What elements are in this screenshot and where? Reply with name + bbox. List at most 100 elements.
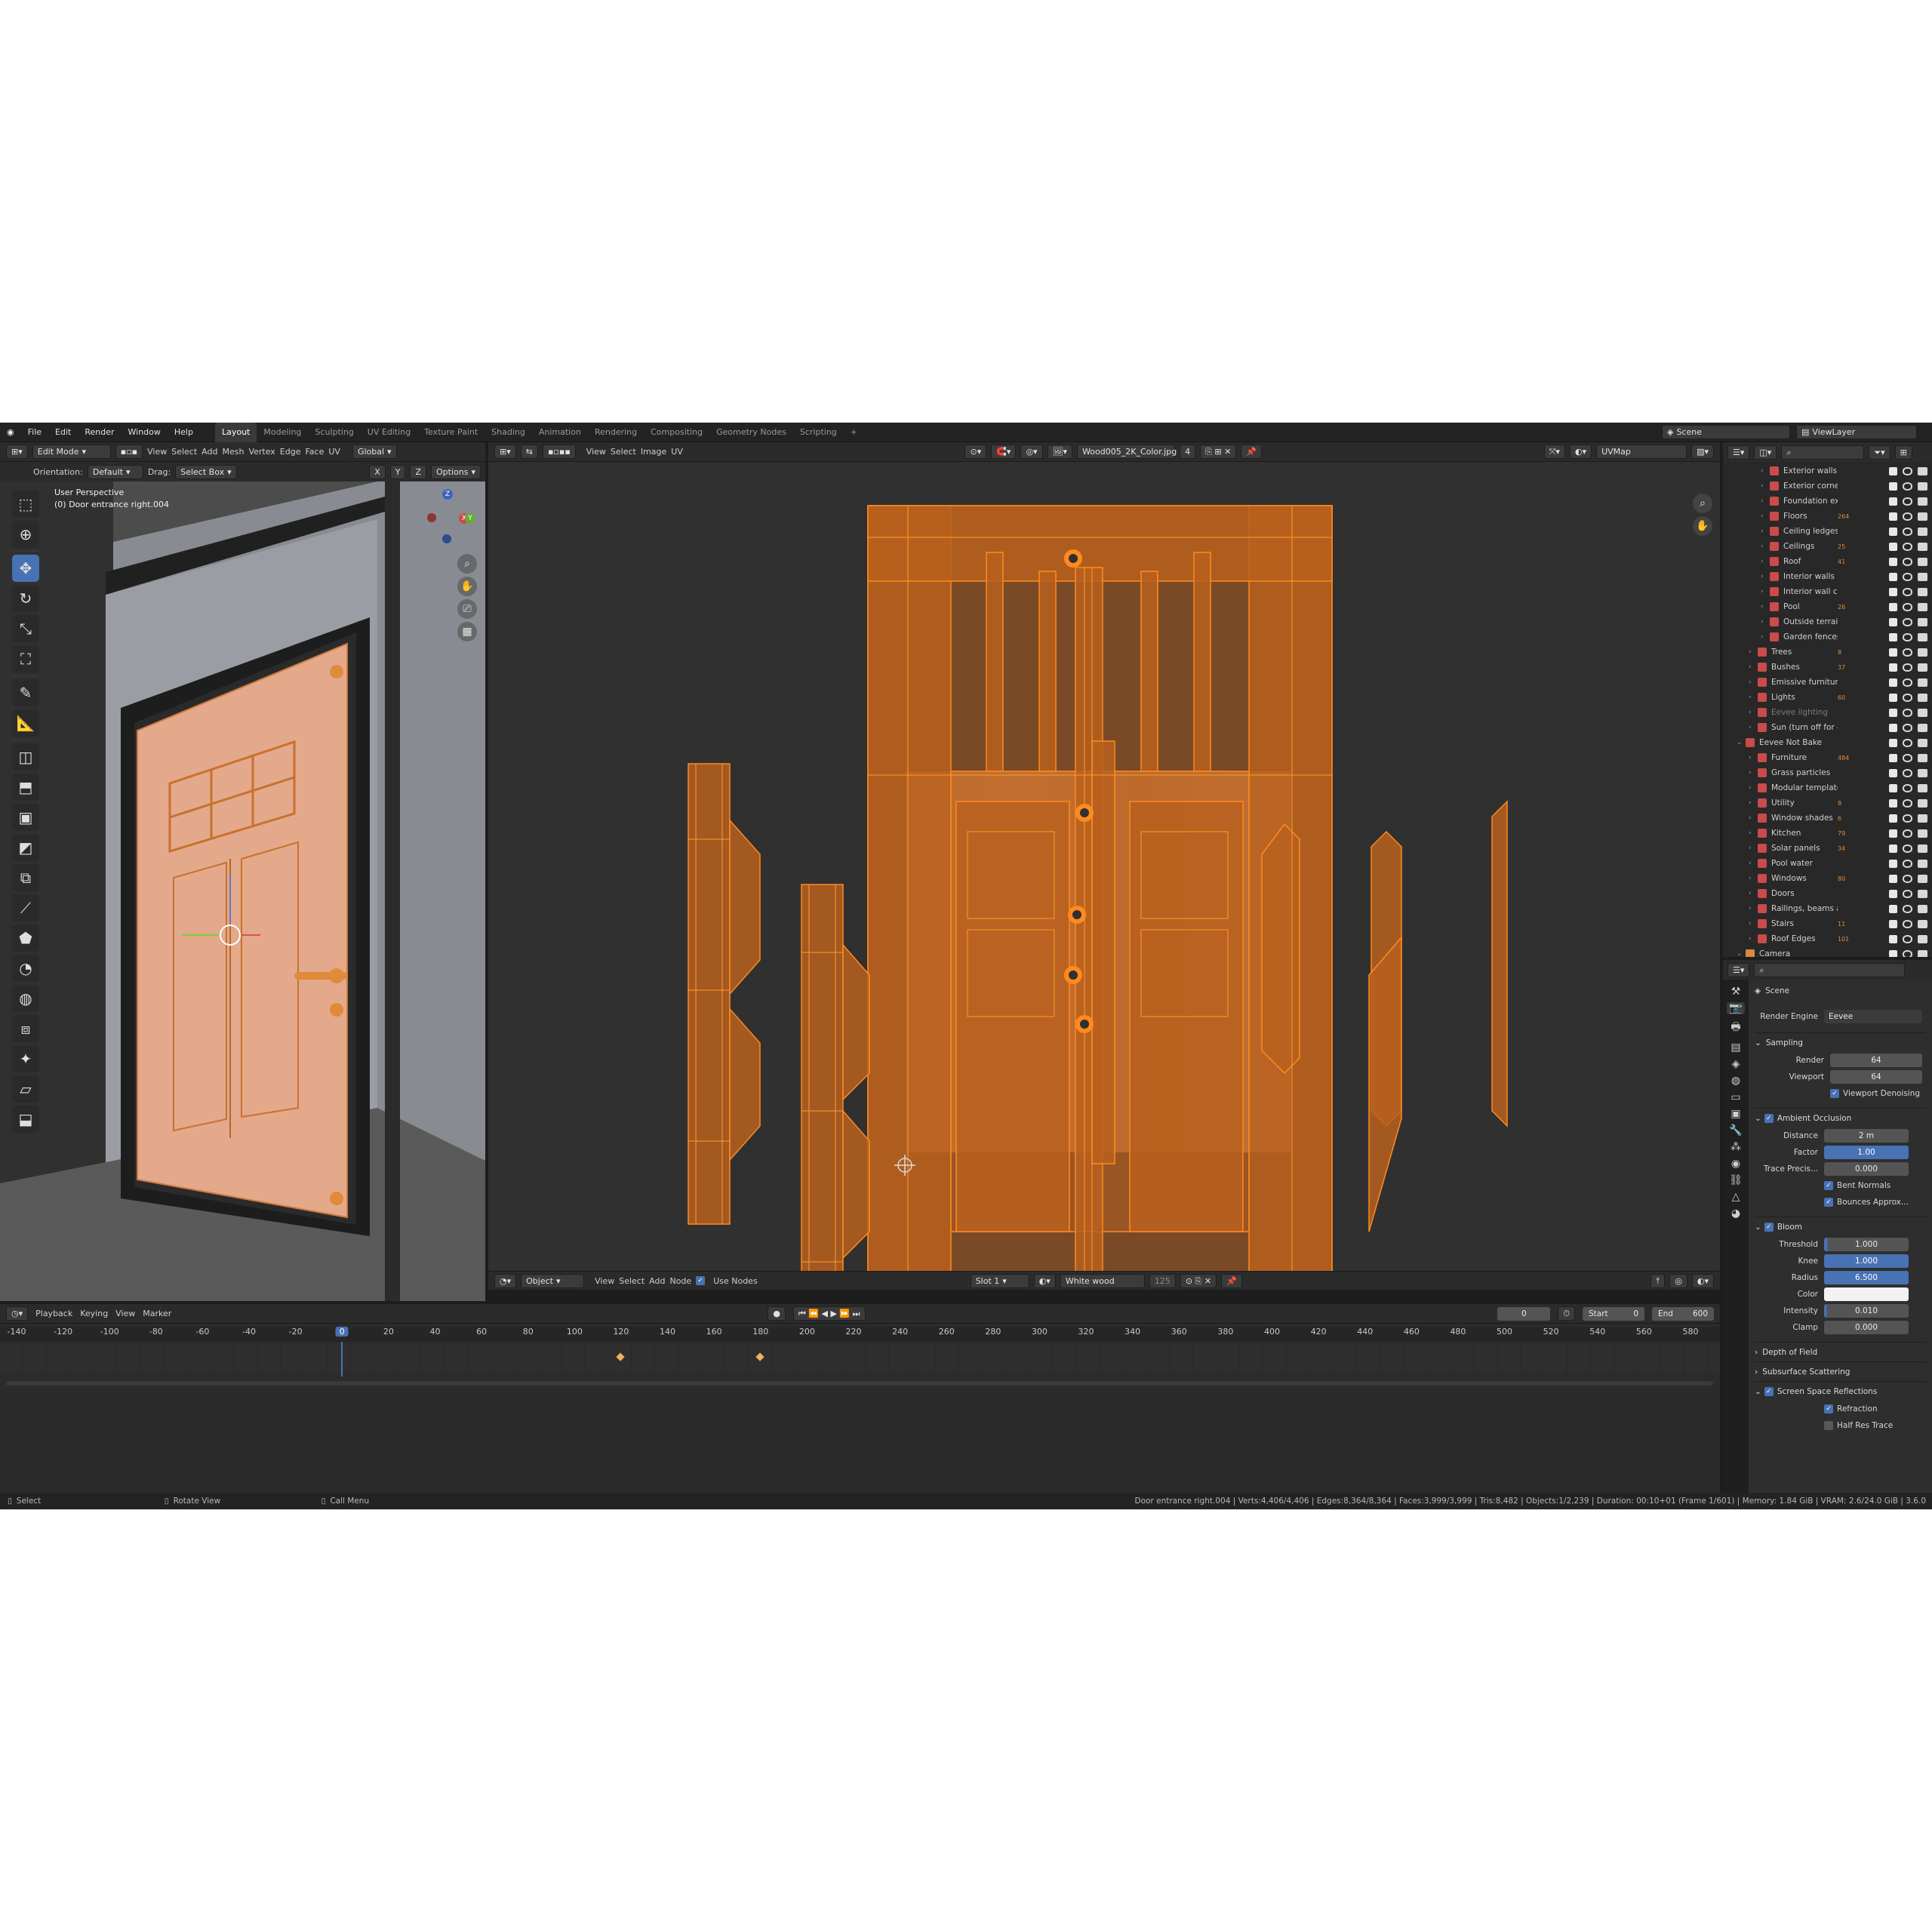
pivot-icon[interactable]: ⊙▾	[964, 445, 987, 459]
outliner-item[interactable]: ⌄ Eevee Not Bake	[1723, 735, 1932, 750]
object-tab-icon[interactable]: ▣	[1730, 1108, 1740, 1120]
visibility-eye-icon[interactable]	[1903, 829, 1912, 838]
physics-tab-icon[interactable]: ◉	[1731, 1158, 1740, 1170]
collection-tab-icon[interactable]: ▭	[1730, 1091, 1740, 1103]
uv-menu-view[interactable]: View	[586, 447, 606, 457]
node-menu-view[interactable]: View	[595, 1276, 614, 1286]
bloom-clamp-field[interactable]: 0.000	[1824, 1321, 1909, 1334]
timeline-menu-keying[interactable]: Keying	[80, 1309, 108, 1318]
visibility-eye-icon[interactable]	[1903, 527, 1912, 536]
outliner-item[interactable]: › Ceiling ledges	[1723, 524, 1932, 539]
uv-select-mode-buttons[interactable]: ▪▫▪▪	[542, 445, 576, 459]
visibility-eye-icon[interactable]	[1903, 572, 1912, 581]
render-camera-icon[interactable]	[1918, 753, 1927, 762]
visibility-eye-icon[interactable]	[1903, 859, 1912, 868]
expand-arrow-icon[interactable]: ›	[1761, 528, 1770, 535]
outliner-item[interactable]: › Roof 41	[1723, 554, 1932, 569]
modifier-tab-icon[interactable]: 🔧	[1729, 1124, 1742, 1137]
move-icon[interactable]: ✥	[12, 555, 39, 582]
outliner-item[interactable]: ⌄ Camera	[1723, 946, 1932, 957]
tab-layout[interactable]: Layout	[214, 423, 257, 442]
outliner-item[interactable]: › Garden fences	[1723, 629, 1932, 645]
outliner-filter-icon[interactable]: ⏷▾	[1869, 445, 1890, 460]
node-overlay-icon[interactable]: ◎	[1669, 1273, 1687, 1288]
exclude-checkbox[interactable]	[1889, 904, 1897, 913]
tab-compositing[interactable]: Compositing	[644, 423, 709, 442]
ao-distance-field[interactable]: 2 m	[1824, 1129, 1909, 1143]
exclude-checkbox[interactable]	[1889, 738, 1897, 747]
expand-arrow-icon[interactable]: ›	[1749, 724, 1758, 731]
outliner-item[interactable]: › Exterior walls	[1723, 463, 1932, 478]
visibility-eye-icon[interactable]	[1903, 632, 1912, 641]
bloom-threshold-field[interactable]: 1.000	[1824, 1238, 1909, 1251]
ssr-checkbox[interactable]: ✓	[1764, 1386, 1774, 1396]
expand-arrow-icon[interactable]: ›	[1749, 829, 1758, 837]
select-mode-buttons[interactable]: ▪▫▪	[115, 445, 143, 459]
exclude-checkbox[interactable]	[1889, 542, 1897, 551]
bounces-approx-checkbox[interactable]: ✓	[1824, 1198, 1833, 1207]
proportional-icon[interactable]: ◎▾	[1020, 445, 1043, 459]
constraints-tab-icon[interactable]: ⛓	[1729, 1174, 1743, 1186]
exclude-checkbox[interactable]	[1889, 859, 1897, 868]
exclude-checkbox[interactable]	[1889, 481, 1897, 491]
render-samples-field[interactable]: 64	[1830, 1054, 1922, 1067]
render-camera-icon[interactable]	[1918, 859, 1927, 868]
outliner-item[interactable]: › Outside terrain	[1723, 614, 1932, 629]
visibility-eye-icon[interactable]	[1903, 481, 1912, 491]
menu-edit[interactable]: Edit	[48, 423, 78, 442]
render-camera-icon[interactable]	[1918, 572, 1927, 581]
playhead-line[interactable]	[341, 1342, 343, 1377]
uvmap-selector[interactable]: UVMap	[1596, 445, 1687, 459]
record-icon[interactable]: ●	[768, 1306, 786, 1321]
bloom-radius-slider[interactable]: 6.500	[1824, 1271, 1909, 1284]
exclude-checkbox[interactable]	[1889, 678, 1897, 687]
tab-geometry-nodes[interactable]: Geometry Nodes	[709, 423, 793, 442]
start-frame-field[interactable]: Start 0	[1583, 1306, 1644, 1321]
dof-section-header[interactable]: › Depth of Field	[1755, 1342, 1926, 1361]
uv-editor-type-icon[interactable]: ⊞▾	[494, 445, 516, 459]
exclude-checkbox[interactable]	[1889, 934, 1897, 943]
outliner-item[interactable]: › Doors	[1723, 886, 1932, 901]
uv-overlay-toggle-icon[interactable]: ◐▾	[1569, 445, 1592, 459]
visibility-eye-icon[interactable]	[1903, 678, 1912, 687]
render-camera-icon[interactable]	[1918, 693, 1927, 702]
render-camera-icon[interactable]	[1918, 874, 1927, 883]
outliner-display-mode-icon[interactable]: ◫▾	[1754, 445, 1777, 460]
render-camera-icon[interactable]	[1918, 678, 1927, 687]
mirror-x-toggle[interactable]: X	[369, 464, 386, 479]
exclude-checkbox[interactable]	[1889, 814, 1897, 823]
render-camera-icon[interactable]	[1918, 783, 1927, 792]
outliner-item[interactable]: › Modular template	[1723, 780, 1932, 795]
gizmo-neg-x-icon[interactable]	[427, 513, 436, 522]
render-camera-icon[interactable]	[1918, 949, 1927, 957]
expand-arrow-icon[interactable]: ›	[1749, 678, 1758, 686]
visibility-eye-icon[interactable]	[1903, 798, 1912, 808]
end-frame-field[interactable]: End 600	[1652, 1306, 1714, 1321]
rip-region-icon[interactable]: ⬓	[12, 1106, 39, 1133]
visibility-eye-icon[interactable]	[1903, 648, 1912, 657]
expand-arrow-icon[interactable]: ›	[1749, 905, 1758, 912]
render-camera-icon[interactable]	[1918, 466, 1927, 475]
outliner-item[interactable]: › Emissive furniture	[1723, 675, 1932, 690]
timeline-menu-playback[interactable]: Playback	[35, 1309, 72, 1318]
menu-file[interactable]: File	[21, 423, 48, 442]
render-camera-icon[interactable]	[1918, 527, 1927, 536]
exclude-checkbox[interactable]	[1889, 632, 1897, 641]
image-name-field[interactable]: Wood005_2K_Color.jpg	[1077, 445, 1177, 459]
tab-texture-paint[interactable]: Texture Paint	[417, 423, 485, 442]
bloom-section-header[interactable]: ⌄ ✓ Bloom	[1755, 1217, 1926, 1236]
exclude-checkbox[interactable]	[1889, 617, 1897, 626]
ao-section-header[interactable]: ⌄ ✓ Ambient Occlusion	[1755, 1108, 1926, 1128]
ao-trace-field[interactable]: 0.000	[1824, 1162, 1909, 1176]
poly-build-icon[interactable]: ⬟	[12, 924, 39, 952]
render-camera-icon[interactable]	[1918, 542, 1927, 551]
ortho-grid-icon[interactable]: ▦	[457, 622, 477, 641]
uv-sync-select-icon[interactable]: ⇆	[520, 445, 538, 459]
material-users-count[interactable]: 125	[1149, 1273, 1176, 1288]
uv-zoom-icon[interactable]: ⌕	[1693, 494, 1712, 513]
render-camera-icon[interactable]	[1918, 889, 1927, 898]
uv-gizmo-toggle-icon[interactable]: ⤧▾	[1543, 445, 1565, 459]
scene-tab-icon[interactable]: ◈	[1732, 1058, 1740, 1070]
viewport-menu-mesh[interactable]: Mesh	[222, 447, 244, 457]
options-dropdown[interactable]: Options ▾	[431, 464, 481, 479]
